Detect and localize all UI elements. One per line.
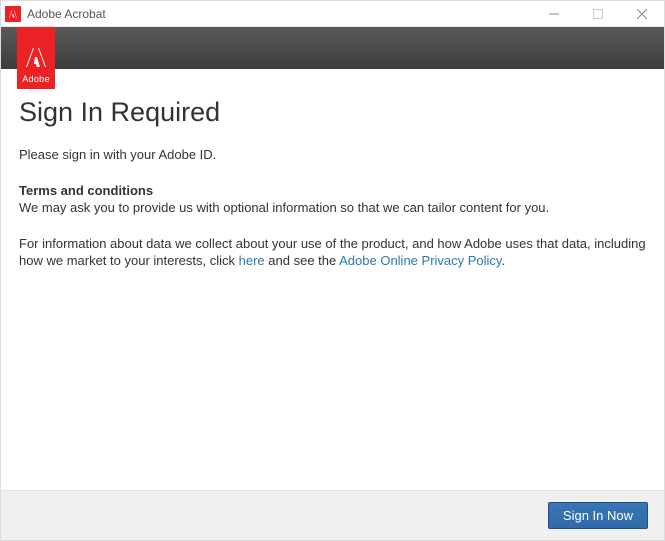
terms-heading: Terms and conditions [19, 182, 646, 200]
privacy-policy-link[interactable]: Adobe Online Privacy Policy [339, 253, 501, 268]
adobe-logo-label: Adobe [22, 74, 50, 84]
sign-in-button[interactable]: Sign In Now [548, 502, 648, 529]
terms-body: We may ask you to provide us with option… [19, 199, 646, 217]
intro-text: Please sign in with your Adobe ID. [19, 146, 646, 164]
window-titlebar: Adobe Acrobat [1, 1, 664, 27]
dialog-footer: Sign In Now [1, 490, 664, 540]
here-link[interactable]: here [239, 253, 265, 268]
data-text-2: and see the [265, 253, 339, 268]
window-minimize-button[interactable] [532, 1, 576, 27]
brand-bar: Adobe [1, 27, 664, 69]
main-content: Sign In Required Please sign in with you… [1, 69, 664, 490]
data-policy-text: For information about data we collect ab… [19, 235, 646, 270]
window-title: Adobe Acrobat [27, 7, 106, 21]
data-text-3: . [501, 253, 505, 268]
page-title: Sign In Required [19, 97, 646, 128]
window-close-button[interactable] [620, 1, 664, 27]
adobe-app-icon [5, 6, 21, 22]
adobe-logo: Adobe [17, 27, 55, 89]
window-maximize-button[interactable] [576, 1, 620, 27]
